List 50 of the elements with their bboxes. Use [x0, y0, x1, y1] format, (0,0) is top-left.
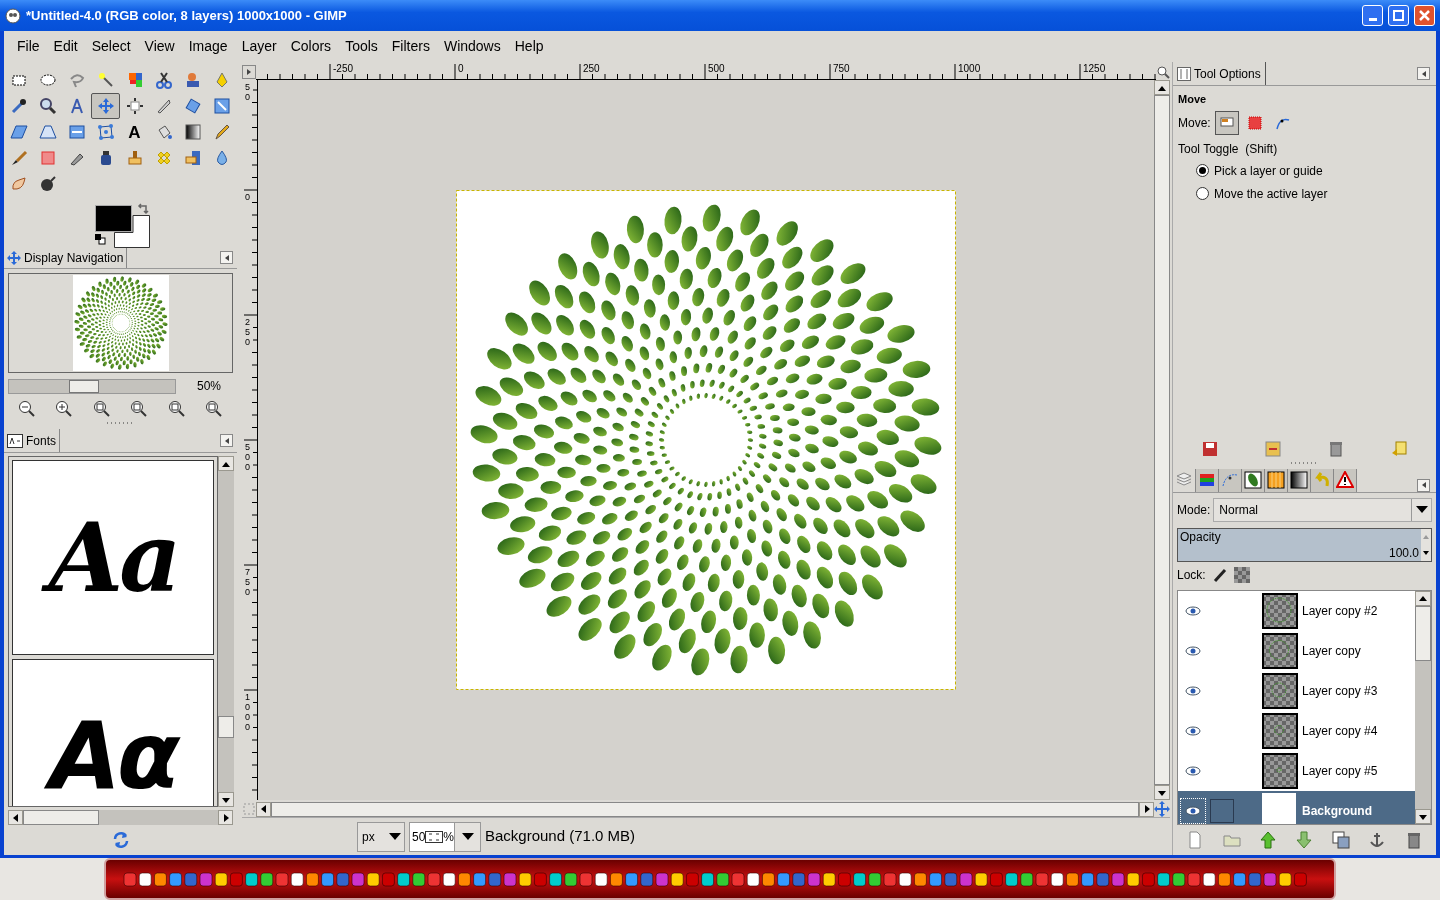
mode-dropdown[interactable]: Normal: [1213, 497, 1432, 522]
menu-item[interactable]: File: [10, 36, 47, 57]
ruler-label: 750: [832, 63, 851, 74]
layer-row[interactable]: Layer copy #4: [1178, 710, 1415, 751]
tool-toggle-label: Tool Toggle (Shift): [1178, 140, 1279, 158]
font-list-item[interactable]: Aα: [12, 659, 214, 806]
zoom-dropdown[interactable]: 50 %: [409, 821, 481, 852]
menu-item[interactable]: Select: [84, 36, 138, 57]
zoom-percent: 50%: [195, 378, 222, 395]
move-label: Move:: [1178, 114, 1211, 132]
menu-item[interactable]: Layer: [234, 36, 284, 57]
ruler-label: 500: [245, 442, 253, 472]
lock-label: Lock:: [1177, 566, 1206, 584]
radio-option[interactable]: Pick a layer or guide: [1178, 160, 1431, 181]
ruler-label: 0: [457, 63, 465, 74]
ruler-label: 1000: [957, 63, 982, 74]
window-title: *Untitled-4.0 (RGB color, 8 layers) 1000x1000 - GIMP: [26, 6, 348, 25]
menu-item[interactable]: Colors: [283, 36, 339, 57]
menu-item[interactable]: Tools: [338, 36, 385, 57]
text-tool-glyph: A: [128, 123, 141, 141]
layer-row[interactable]: Background: [1178, 790, 1415, 824]
layer-row[interactable]: Layer copy #3: [1178, 670, 1415, 711]
unit-dropdown[interactable]: px: [357, 821, 405, 852]
ruler-label: 1250: [1082, 63, 1107, 74]
menu-item[interactable]: Edit: [46, 36, 85, 57]
tool-options-tab[interactable]: Tool Options: [1173, 62, 1266, 85]
fonts-tab[interactable]: Fonts: [4, 429, 60, 452]
menu-item[interactable]: View: [137, 36, 182, 57]
menu-item[interactable]: Windows: [436, 36, 508, 57]
layer-row[interactable]: Layer copy #2: [1178, 590, 1415, 631]
ruler-label: 0: [245, 192, 253, 202]
ruler-label: 50: [245, 82, 253, 102]
status-message: Background (71.0 MB): [485, 826, 636, 847]
menu-item[interactable]: Image: [181, 36, 235, 57]
ruler-label: -250: [332, 63, 354, 74]
layer-row[interactable]: Layer copy: [1178, 630, 1415, 671]
mode-label: Mode:: [1177, 501, 1211, 519]
menu-item[interactable]: Filters: [384, 36, 437, 57]
ruler-label: 750: [245, 567, 253, 597]
ruler-label: 1000: [245, 692, 253, 732]
ruler-label: 250: [245, 317, 253, 347]
layer-row[interactable]: Layer copy #5: [1178, 750, 1415, 791]
menu-item[interactable]: Help: [507, 36, 551, 57]
ruler-label: 500: [707, 63, 726, 74]
ruler-label: 250: [582, 63, 601, 74]
display-navigation-tab[interactable]: Display Navigation: [4, 247, 128, 268]
radio-option[interactable]: Move the active layer: [1178, 183, 1431, 204]
tool-name: Move: [1178, 92, 1208, 107]
tool-button[interactable]: A: [120, 119, 149, 145]
font-list-item[interactable]: Aa: [12, 460, 214, 655]
